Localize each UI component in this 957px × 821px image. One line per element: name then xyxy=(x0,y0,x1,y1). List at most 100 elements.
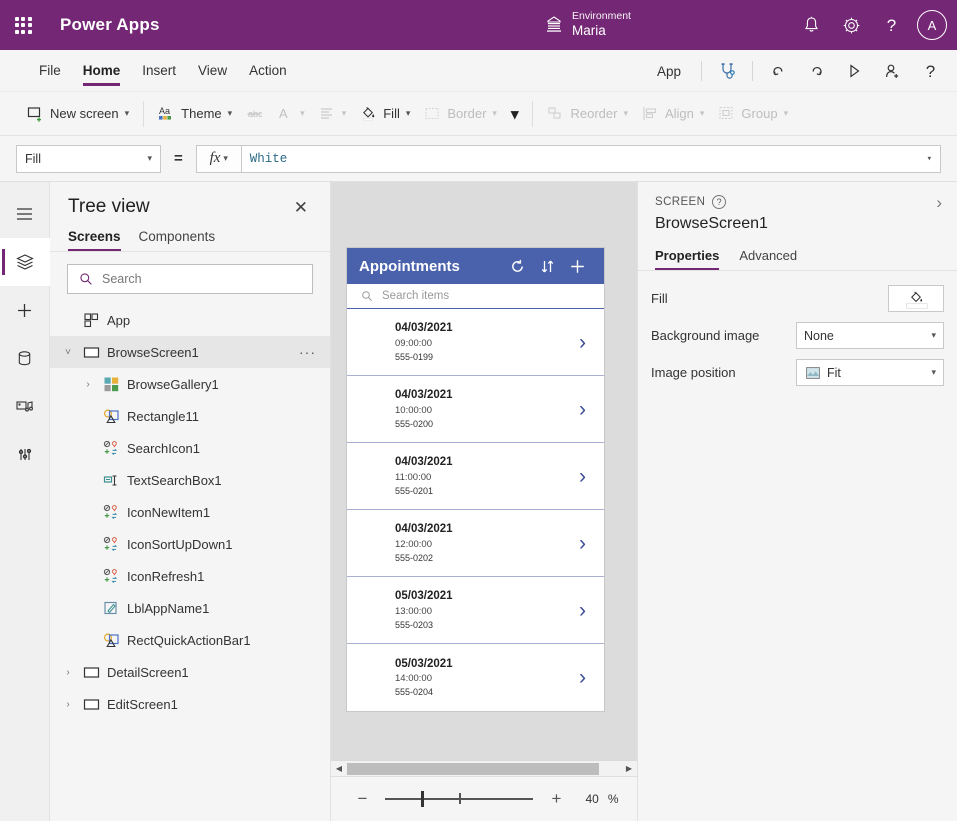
gallery-item[interactable]: 04/03/202112:00:00555-0202› xyxy=(347,510,604,577)
zoom-slider-thumb[interactable] xyxy=(421,791,424,807)
sort-icon[interactable] xyxy=(532,258,562,275)
tree-item-searchicon1[interactable]: SearchIcon1 xyxy=(50,432,330,464)
scrollbar-track[interactable] xyxy=(347,761,621,777)
redo-icon[interactable] xyxy=(797,50,835,92)
settings-gear-icon[interactable] xyxy=(831,0,871,50)
menu-item-view[interactable]: View xyxy=(187,50,238,92)
tab-properties[interactable]: Properties xyxy=(655,245,719,270)
zoom-in-button[interactable]: + xyxy=(543,786,569,812)
tree-item-app[interactable]: App xyxy=(50,304,330,336)
property-label-image-position: Image position xyxy=(651,365,796,380)
zoom-out-button[interactable]: − xyxy=(349,786,375,812)
rail-item-media[interactable] xyxy=(0,382,50,430)
properties-header: SCREEN ? BrowseScreen1 › xyxy=(638,182,957,233)
gallery-item[interactable]: 04/03/202110:00:00555-0200› xyxy=(347,376,604,443)
fill-button[interactable]: Fill ▾ xyxy=(353,99,417,129)
tree-search-input[interactable]: Search xyxy=(67,264,313,294)
ribbon-group-screen: New screen ▾ xyxy=(20,92,136,136)
gallery-item[interactable]: 04/03/202111:00:00555-0201› xyxy=(347,443,604,510)
chevron-right-icon[interactable]: › xyxy=(579,466,586,487)
tree-item-rectangle11[interactable]: Rectangle11 xyxy=(50,400,330,432)
scrollbar-thumb[interactable] xyxy=(347,763,599,775)
chevron-right-icon[interactable]: › xyxy=(579,667,586,688)
add-icon[interactable] xyxy=(562,258,592,275)
new-screen-icon xyxy=(27,105,44,122)
scroll-right-icon[interactable]: ▶ xyxy=(621,761,637,777)
close-icon[interactable]: ✕ xyxy=(290,197,312,218)
app-preview: Appointments xyxy=(347,248,604,711)
tree-item-detailscreen1[interactable]: ›DetailScreen1 xyxy=(50,656,330,688)
tree-item-iconsortupdown1[interactable]: IconSortUpDown1 xyxy=(50,528,330,560)
notifications-icon[interactable] xyxy=(791,0,831,50)
canvas-horizontal-scrollbar[interactable]: ◀ ▶ xyxy=(331,760,637,776)
formula-input[interactable]: White ▾ xyxy=(241,145,941,173)
undo-icon[interactable] xyxy=(759,50,797,92)
tab-advanced[interactable]: Advanced xyxy=(739,245,797,270)
svg-text:?: ? xyxy=(925,62,934,81)
chevron-right-icon[interactable]: › xyxy=(936,194,942,211)
chevron-right-icon[interactable]: › xyxy=(579,533,586,554)
zoom-slider[interactable] xyxy=(385,788,533,810)
background-image-dropdown[interactable]: None ▾ xyxy=(796,322,944,349)
chevron-right-icon[interactable]: › xyxy=(60,667,76,678)
tree-item-editscreen1[interactable]: ›EditScreen1 xyxy=(50,688,330,720)
image-position-dropdown[interactable]: Fit ▾ xyxy=(796,359,944,386)
tree-item-browsegallery1[interactable]: ›BrowseGallery1 xyxy=(50,368,330,400)
property-selector[interactable]: Fill ▾ xyxy=(16,145,161,173)
refresh-icon[interactable] xyxy=(502,258,532,275)
tab-components[interactable]: Components xyxy=(139,226,216,251)
rail-item-insert[interactable] xyxy=(0,286,50,334)
environment-selector[interactable]: Environment Maria xyxy=(545,0,631,50)
gallery-item-date: 04/03/2021 xyxy=(395,521,579,538)
tree-item-iconrefresh1[interactable]: IconRefresh1 xyxy=(50,560,330,592)
theme-button[interactable]: Aa Theme ▾ xyxy=(151,99,239,129)
help-icon[interactable]: ? xyxy=(712,195,726,209)
chevron-right-icon[interactable]: › xyxy=(80,379,96,390)
strikethrough-icon: abc xyxy=(246,105,263,122)
rail-item-data[interactable] xyxy=(0,334,50,382)
avatar[interactable]: A xyxy=(917,10,947,40)
menu-item-insert[interactable]: Insert xyxy=(131,50,187,92)
tree-item-textsearchbox1[interactable]: TextSearchBox1 xyxy=(50,464,330,496)
fill-color-swatch-button[interactable] xyxy=(888,285,944,312)
hamburger-menu-icon[interactable] xyxy=(0,190,50,238)
new-screen-button[interactable]: New screen ▾ xyxy=(20,99,136,129)
ribbon-expand-button[interactable]: ▾ xyxy=(504,99,526,129)
share-person-icon[interactable] xyxy=(873,50,911,92)
tree-item-rectquickactionbar1[interactable]: RectQuickActionBar1 xyxy=(50,624,330,656)
app-launcher-icon[interactable] xyxy=(0,17,46,34)
menu-item-file[interactable]: File xyxy=(28,50,72,92)
preview-play-icon[interactable] xyxy=(835,50,873,92)
chevron-down-icon[interactable]: ˅ xyxy=(60,347,76,358)
app-search-box[interactable]: Search items xyxy=(347,284,604,309)
gallery-item[interactable]: 04/03/202109:00:00555-0199› xyxy=(347,309,604,376)
fx-button[interactable]: fx ▾ xyxy=(196,145,241,173)
tree-item-browsescreen1[interactable]: ˅BrowseScreen1··· xyxy=(50,336,330,368)
rail-item-advanced-tools[interactable] xyxy=(0,430,50,478)
gallery-item[interactable]: 05/03/202113:00:00555-0203› xyxy=(347,577,604,644)
gallery-item-text: 04/03/202112:00:00555-0202 xyxy=(347,521,579,564)
menu-item-action[interactable]: Action xyxy=(238,50,298,92)
property-label-fill: Fill xyxy=(651,291,888,306)
tree-item-more-icon[interactable]: ··· xyxy=(299,344,316,360)
tab-screens[interactable]: Screens xyxy=(68,226,121,251)
chevron-right-icon[interactable]: › xyxy=(60,699,76,710)
app-checker-icon[interactable] xyxy=(708,50,746,92)
zoom-unit: % xyxy=(608,792,619,806)
chevron-right-icon[interactable]: › xyxy=(579,332,586,353)
gallery-item[interactable]: 05/03/202114:00:00555-0204› xyxy=(347,644,604,711)
strikethrough-button: abc xyxy=(239,99,270,129)
help-icon[interactable]: ? xyxy=(871,0,911,50)
chevron-right-icon[interactable]: › xyxy=(579,399,586,420)
tree-item-lblappname1[interactable]: LblAppName1 xyxy=(50,592,330,624)
formula-text: White xyxy=(250,152,288,166)
rail-item-tree-view[interactable] xyxy=(0,238,50,286)
help-question-icon[interactable]: ? xyxy=(911,50,949,92)
chevron-right-icon[interactable]: › xyxy=(579,600,586,621)
scroll-left-icon[interactable]: ◀ xyxy=(331,761,347,777)
chevron-down-large-icon: ▾ xyxy=(511,105,519,123)
tree-item-iconnewitem1[interactable]: IconNewItem1 xyxy=(50,496,330,528)
app-menu-button[interactable]: App xyxy=(643,64,695,79)
tree-view-panel: Tree view ✕ Screens Components Search Ap… xyxy=(50,182,331,821)
menu-item-home[interactable]: Home xyxy=(72,50,132,92)
